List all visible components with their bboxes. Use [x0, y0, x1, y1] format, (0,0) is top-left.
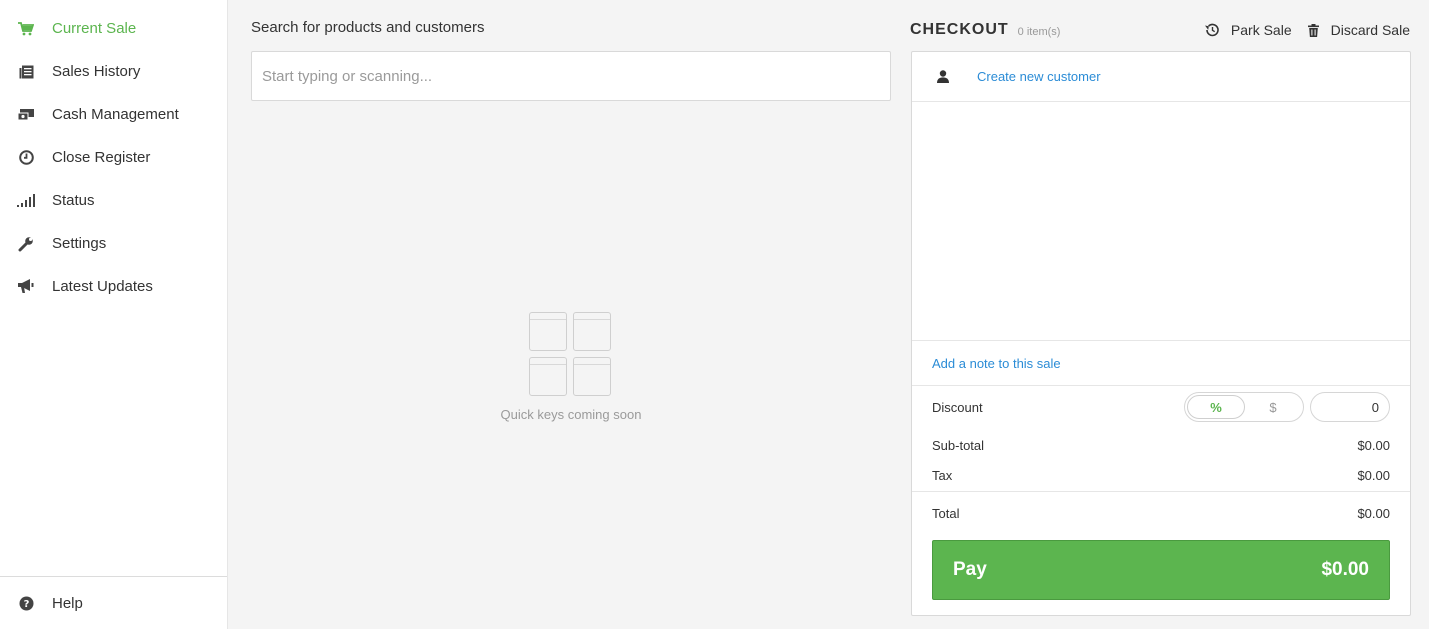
svg-text:?: ?: [23, 599, 29, 610]
discard-sale-button[interactable]: Discard Sale: [1307, 22, 1410, 38]
megaphone-icon: [16, 277, 36, 297]
sidebar-item-close-register[interactable]: Close Register: [0, 136, 227, 179]
discount-dollar-option[interactable]: $: [1245, 395, 1301, 419]
checkout-header: CHECKOUT 0 item(s) Park Sale Discard Sal…: [910, 18, 1410, 42]
help-icon: ?: [16, 593, 36, 613]
checkout-title: CHECKOUT: [910, 21, 1009, 38]
sidebar-item-label: Status: [52, 192, 95, 209]
park-sale-button[interactable]: Park Sale: [1204, 22, 1292, 38]
wrench-icon: [16, 234, 36, 254]
total-value: $0.00: [1357, 505, 1390, 521]
sidebar-item-label: Current Sale: [52, 20, 137, 37]
trash-icon: [1307, 23, 1319, 37]
discount-input[interactable]: [1310, 392, 1390, 422]
tax-label: Tax: [932, 467, 953, 483]
pay-button[interactable]: Pay $0.00: [932, 540, 1390, 600]
sidebar-item-latest-updates[interactable]: Latest Updates: [0, 265, 227, 308]
tax-row: Tax $0.00: [912, 459, 1410, 492]
main-area: Search for products and customers Quick …: [228, 0, 1429, 629]
total-row: Total $0.00: [912, 492, 1410, 534]
subtotal-row: Sub-total $0.00: [912, 432, 1410, 459]
cart-icon: [16, 19, 36, 39]
pay-amount: $0.00: [1321, 559, 1369, 580]
sidebar-item-label: Sales History: [52, 63, 141, 80]
quick-key-cell: [529, 357, 567, 396]
quick-keys-grid-icon: [529, 312, 613, 396]
sidebar-nav: Current Sale Sales History Cash Manageme…: [0, 0, 227, 308]
sidebar-item-label: Cash Management: [52, 106, 179, 123]
note-row: Add a note to this sale: [912, 341, 1410, 386]
checkout-panel: Create new customer Add a note to this s…: [911, 51, 1411, 616]
user-icon: [937, 70, 951, 83]
discount-row: Discount % $: [912, 386, 1410, 428]
history-list-icon: [16, 62, 36, 82]
pay-label: Pay: [953, 559, 987, 580]
cash-icon: [16, 105, 36, 125]
sidebar-item-cash-management[interactable]: Cash Management: [0, 93, 227, 136]
signal-bars-icon: [16, 191, 36, 211]
subtotal-value: $0.00: [1357, 438, 1390, 453]
sidebar-item-label: Close Register: [52, 149, 151, 166]
discount-percent-option[interactable]: %: [1187, 395, 1245, 419]
sidebar-item-settings[interactable]: Settings: [0, 222, 227, 265]
quick-keys-text: Quick keys coming soon: [500, 407, 642, 422]
quick-key-cell: [573, 357, 611, 396]
total-label: Total: [932, 505, 960, 521]
subtotal-label: Sub-total: [932, 438, 985, 453]
quick-key-cell: [573, 312, 611, 351]
sidebar-item-label: Settings: [52, 235, 107, 252]
quick-key-cell: [529, 312, 567, 351]
add-note-link[interactable]: Add a note to this sale: [932, 356, 1061, 371]
history-icon: [1204, 23, 1219, 37]
discount-label: Discount: [932, 399, 983, 415]
park-sale-label: Park Sale: [1230, 22, 1292, 38]
customer-row: Create new customer: [912, 52, 1410, 102]
sidebar-item-label: Help: [52, 594, 83, 612]
discount-controls: % $: [1184, 392, 1390, 422]
sidebar-item-sales-history[interactable]: Sales History: [0, 50, 227, 93]
sidebar-item-status[interactable]: Status: [0, 179, 227, 222]
sidebar-footer: ? Help: [0, 576, 227, 629]
sidebar-item-help[interactable]: ? Help: [0, 573, 227, 629]
sidebar-item-current-sale[interactable]: Current Sale: [0, 7, 227, 50]
clock-icon: [16, 148, 36, 168]
discount-type-toggle: % $: [1184, 392, 1304, 422]
sale-line-items: [912, 102, 1410, 341]
checkout-actions: Park Sale Discard Sale: [1188, 22, 1410, 38]
sidebar: Current Sale Sales History Cash Manageme…: [0, 0, 228, 629]
create-customer-link[interactable]: Create new customer: [977, 69, 1101, 84]
discard-sale-label: Discard Sale: [1330, 22, 1410, 38]
item-count: 0 item(s): [1017, 25, 1061, 38]
sidebar-item-label: Latest Updates: [52, 278, 153, 295]
tax-value: $0.00: [1357, 467, 1390, 483]
search-title: Search for products and customers: [251, 19, 485, 36]
quick-keys-placeholder: Quick keys coming soon: [498, 312, 644, 422]
search-input[interactable]: [251, 51, 891, 101]
